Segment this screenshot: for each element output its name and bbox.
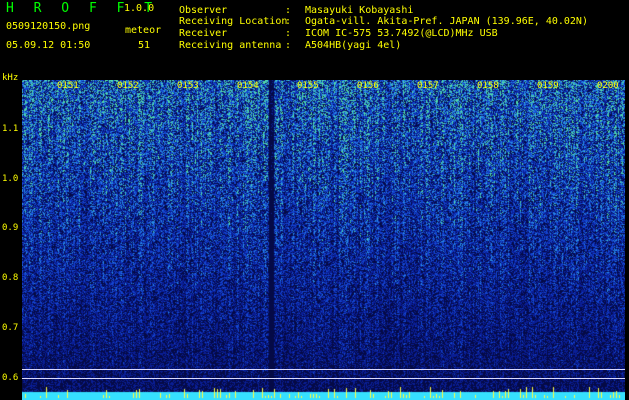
observer-key: Observer xyxy=(179,5,228,16)
reference-line xyxy=(22,369,625,370)
filename-label: 0509120150.png xyxy=(6,21,91,32)
reference-line xyxy=(22,378,625,379)
y-tick-label: 0.9 xyxy=(2,223,19,233)
time-tick-label: 0159 xyxy=(537,81,559,91)
receiver-value: ICOM IC-575 53.7492(@LCD)MHz USB xyxy=(305,28,498,39)
time-tick-label: 0200 xyxy=(597,81,619,91)
time-tick-label: 0155 xyxy=(297,81,319,91)
receiver-sep: : xyxy=(285,28,292,39)
location-key: Receiving Location xyxy=(179,16,288,27)
antenna-sep: : xyxy=(285,40,292,51)
meteor-label: meteor xyxy=(125,25,162,36)
time-tick-label: 0154 xyxy=(237,81,259,91)
observer-value: Masayuki Kobayashi xyxy=(305,5,414,16)
datetime-label: 05.09.12 01:50 xyxy=(6,40,91,51)
y-tick-label: 0.8 xyxy=(2,273,19,283)
time-tick-label: 0152 xyxy=(117,81,139,91)
time-tick-label: 0151 xyxy=(57,81,79,91)
location-sep: : xyxy=(285,16,292,27)
antenna-value: A504HB(yagi 4el) xyxy=(305,40,402,51)
spectrogram-canvas xyxy=(22,80,625,400)
antenna-key: Receiving antenna xyxy=(179,40,282,51)
y-tick-label: 0.7 xyxy=(2,323,19,333)
time-tick-label: 0158 xyxy=(477,81,499,91)
axis-unit: kHz xyxy=(2,73,19,83)
meteor-count: 51 xyxy=(138,40,151,51)
time-tick-label: 0156 xyxy=(357,81,379,91)
y-tick-label: 1.0 xyxy=(2,174,19,184)
time-tick-label: 0153 xyxy=(177,81,199,91)
y-tick-label: 1.1 xyxy=(2,124,19,134)
location-value: Ogata-vill. Akita-Pref. JAPAN (139.96E, … xyxy=(305,16,588,27)
version-label: 1.0.0 xyxy=(124,3,155,14)
observer-sep: : xyxy=(285,5,292,16)
y-tick-label: 0.6 xyxy=(2,373,19,383)
time-tick-label: 0157 xyxy=(417,81,439,91)
receiver-key: Receiver xyxy=(179,28,228,39)
